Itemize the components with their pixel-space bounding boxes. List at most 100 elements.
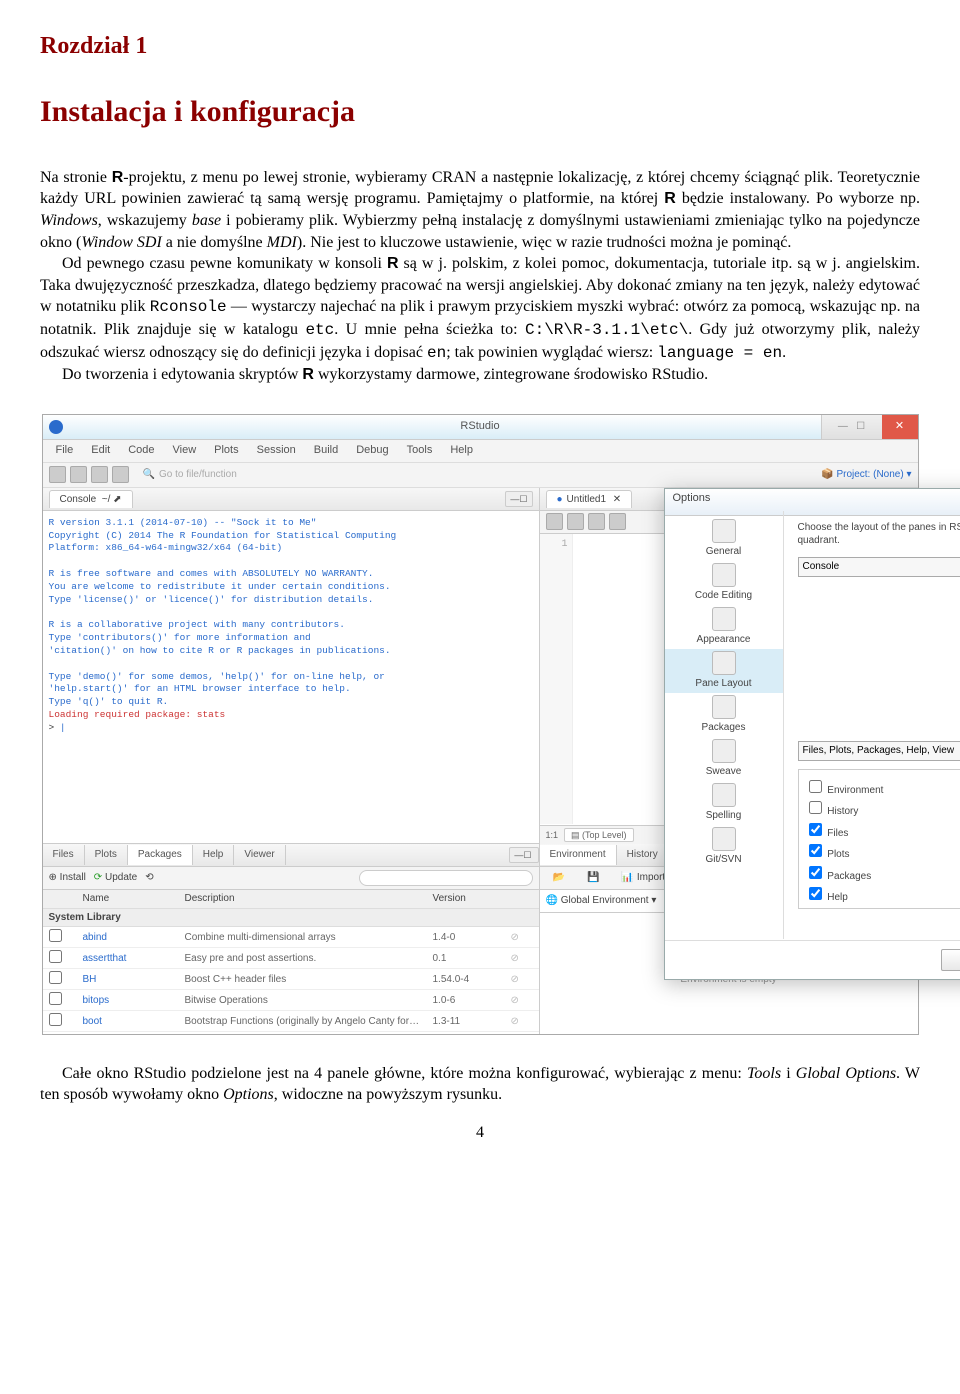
options-nav-item[interactable]: Code Editing xyxy=(665,561,783,605)
options-nav-item[interactable]: Spelling xyxy=(665,781,783,825)
pkg-name[interactable]: bitops xyxy=(77,994,179,1008)
open-file-icon[interactable] xyxy=(70,466,87,483)
remove-icon[interactable]: ⊘ xyxy=(505,952,539,966)
tab-plots[interactable]: Plots xyxy=(85,845,128,865)
refresh-icon[interactable]: ⟲ xyxy=(145,871,153,885)
menu-file[interactable]: File xyxy=(49,441,81,460)
tab-history[interactable]: History xyxy=(617,845,669,865)
source-gutter: 1 xyxy=(540,534,573,824)
goto-file-function[interactable]: 🔍 Go to file/function xyxy=(143,468,912,482)
pane-collapse-icon[interactable]: —☐ xyxy=(509,847,538,863)
close-button[interactable]: ✕ xyxy=(882,415,918,439)
save-icon[interactable] xyxy=(567,513,584,530)
pkg-desc: Bootstrap Functions (originally by Angel… xyxy=(179,1015,427,1029)
check-option[interactable]: Build xyxy=(805,906,960,909)
options-nav-item[interactable]: Pane Layout xyxy=(665,649,783,693)
menubar: File Edit Code View Plots Session Build … xyxy=(43,440,918,463)
pkg-checkbox[interactable] xyxy=(49,950,62,963)
popout-icon[interactable] xyxy=(546,513,563,530)
options-dialog: Options GeneralCode EditingAppearancePan… xyxy=(664,488,960,980)
paragraph-2: Od pewnego czasu pewne komunikaty w kons… xyxy=(40,253,920,364)
nav-icon xyxy=(712,783,736,807)
project-menu[interactable]: 📦 Project: (None) ▾ xyxy=(821,468,911,482)
check-option[interactable]: Packages xyxy=(805,863,960,884)
scope-selector[interactable]: 🌐 Global Environment ▾ xyxy=(546,894,657,908)
pkg-checkbox[interactable] xyxy=(49,971,62,984)
check-option[interactable]: Files xyxy=(805,820,960,841)
install-button[interactable]: ⊕ Install xyxy=(49,871,86,885)
page-number: 4 xyxy=(40,1122,920,1144)
print-icon[interactable] xyxy=(112,466,129,483)
menu-help[interactable]: Help xyxy=(443,441,480,460)
nav-icon xyxy=(712,695,736,719)
save-workspace-icon[interactable]: 💾 xyxy=(580,869,606,887)
app-title: RStudio xyxy=(460,419,499,434)
check-option[interactable]: Environment xyxy=(805,777,960,798)
chapter-label: Rozdział 1 xyxy=(40,30,920,62)
remove-icon[interactable]: ⊘ xyxy=(505,973,539,987)
pkg-version: 1.4-0 xyxy=(427,931,505,945)
bl-tabs: Files Plots Packages Help Viewer —☐ xyxy=(43,844,539,867)
options-nav-item[interactable]: Git/SVN xyxy=(665,825,783,869)
tab-packages[interactable]: Packages xyxy=(128,845,193,865)
load-workspace-icon[interactable]: 📂 xyxy=(546,869,572,887)
menu-edit[interactable]: Edit xyxy=(84,441,117,460)
paragraph-1: Na stronie R-projektu, z menu po lewej s… xyxy=(40,167,920,253)
remove-icon[interactable]: ⊘ xyxy=(505,931,539,945)
remove-icon[interactable]: ⊘ xyxy=(505,994,539,1008)
window-titlebar: RStudio — ☐ ✕ xyxy=(43,415,918,440)
options-hint: Choose the layout of the panes in RStudi… xyxy=(798,521,960,547)
tab-files[interactable]: Files xyxy=(43,845,85,865)
source-file-tab[interactable]: ● Untitled1 ✕ xyxy=(546,490,633,509)
menu-tools[interactable]: Tools xyxy=(400,441,440,460)
pane-collapse-icon[interactable]: —☐ xyxy=(505,491,532,507)
table-row: bootBootstrap Functions (originally by A… xyxy=(43,1011,539,1032)
options-nav-item[interactable]: Packages xyxy=(665,693,783,737)
wand-icon[interactable] xyxy=(609,513,626,530)
app-icon xyxy=(49,420,63,434)
pkg-name[interactable]: BH xyxy=(77,973,179,987)
ok-button[interactable]: OK xyxy=(941,949,960,971)
pkg-name[interactable]: assertthat xyxy=(77,952,179,966)
pkg-checkbox[interactable] xyxy=(49,992,62,1005)
pkg-version: 1.54.0-4 xyxy=(427,973,505,987)
check-option[interactable]: Plots xyxy=(805,841,960,862)
packages-toolbar: ⊕ Install ⟳ Update ⟲ xyxy=(43,867,539,890)
main-toolbar: 🔍 Go to file/function 📦 Project: (None) … xyxy=(43,463,918,488)
console-tab[interactable]: Console ~/ ⬈ xyxy=(49,490,133,509)
check-option[interactable]: History xyxy=(805,798,960,819)
remove-icon[interactable]: ⊘ xyxy=(505,1015,539,1029)
menu-session[interactable]: Session xyxy=(250,441,303,460)
minimize-maximize-buttons[interactable]: — ☐ xyxy=(821,415,882,439)
table-row: assertthatEasy pre and post assertions.0… xyxy=(43,948,539,969)
menu-view[interactable]: View xyxy=(166,441,204,460)
paragraph-3: Do tworzenia i edytowania skryptów R wyk… xyxy=(40,364,920,386)
console-output[interactable]: R version 3.1.1 (2014-07-10) -- "Sock it… xyxy=(43,511,539,843)
tab-viewer[interactable]: Viewer xyxy=(234,845,285,865)
menu-debug[interactable]: Debug xyxy=(349,441,395,460)
options-nav: GeneralCode EditingAppearancePane Layout… xyxy=(665,511,784,939)
menu-code[interactable]: Code xyxy=(121,441,161,460)
pkg-checkbox[interactable] xyxy=(49,1013,62,1026)
pkg-checkbox[interactable] xyxy=(49,929,62,942)
pkg-name[interactable]: abind xyxy=(77,931,179,945)
menu-build[interactable]: Build xyxy=(307,441,345,460)
new-file-icon[interactable] xyxy=(49,466,66,483)
options-nav-item[interactable]: Appearance xyxy=(665,605,783,649)
find-icon[interactable] xyxy=(588,513,605,530)
packages-search[interactable] xyxy=(359,870,533,886)
menu-plots[interactable]: Plots xyxy=(207,441,245,460)
tab-environment[interactable]: Environment xyxy=(540,845,617,865)
check-option[interactable]: Help xyxy=(805,884,960,905)
quad-top-left-select[interactable]: Console xyxy=(798,557,960,577)
quad-bottom-left-select[interactable]: Files, Plots, Packages, Help, View xyxy=(798,741,960,761)
options-nav-item[interactable]: Sweave xyxy=(665,737,783,781)
pkg-desc: Boost C++ header files xyxy=(179,973,427,987)
table-row: abindCombine multi-dimensional arrays1.4… xyxy=(43,927,539,948)
options-nav-item[interactable]: General xyxy=(665,517,783,561)
update-button[interactable]: ⟳ Update xyxy=(94,871,137,885)
save-icon[interactable] xyxy=(91,466,108,483)
paragraph-4: Całe okno RStudio podzielone jest na 4 p… xyxy=(40,1063,920,1106)
pkg-name[interactable]: boot xyxy=(77,1015,179,1029)
tab-help[interactable]: Help xyxy=(193,845,235,865)
